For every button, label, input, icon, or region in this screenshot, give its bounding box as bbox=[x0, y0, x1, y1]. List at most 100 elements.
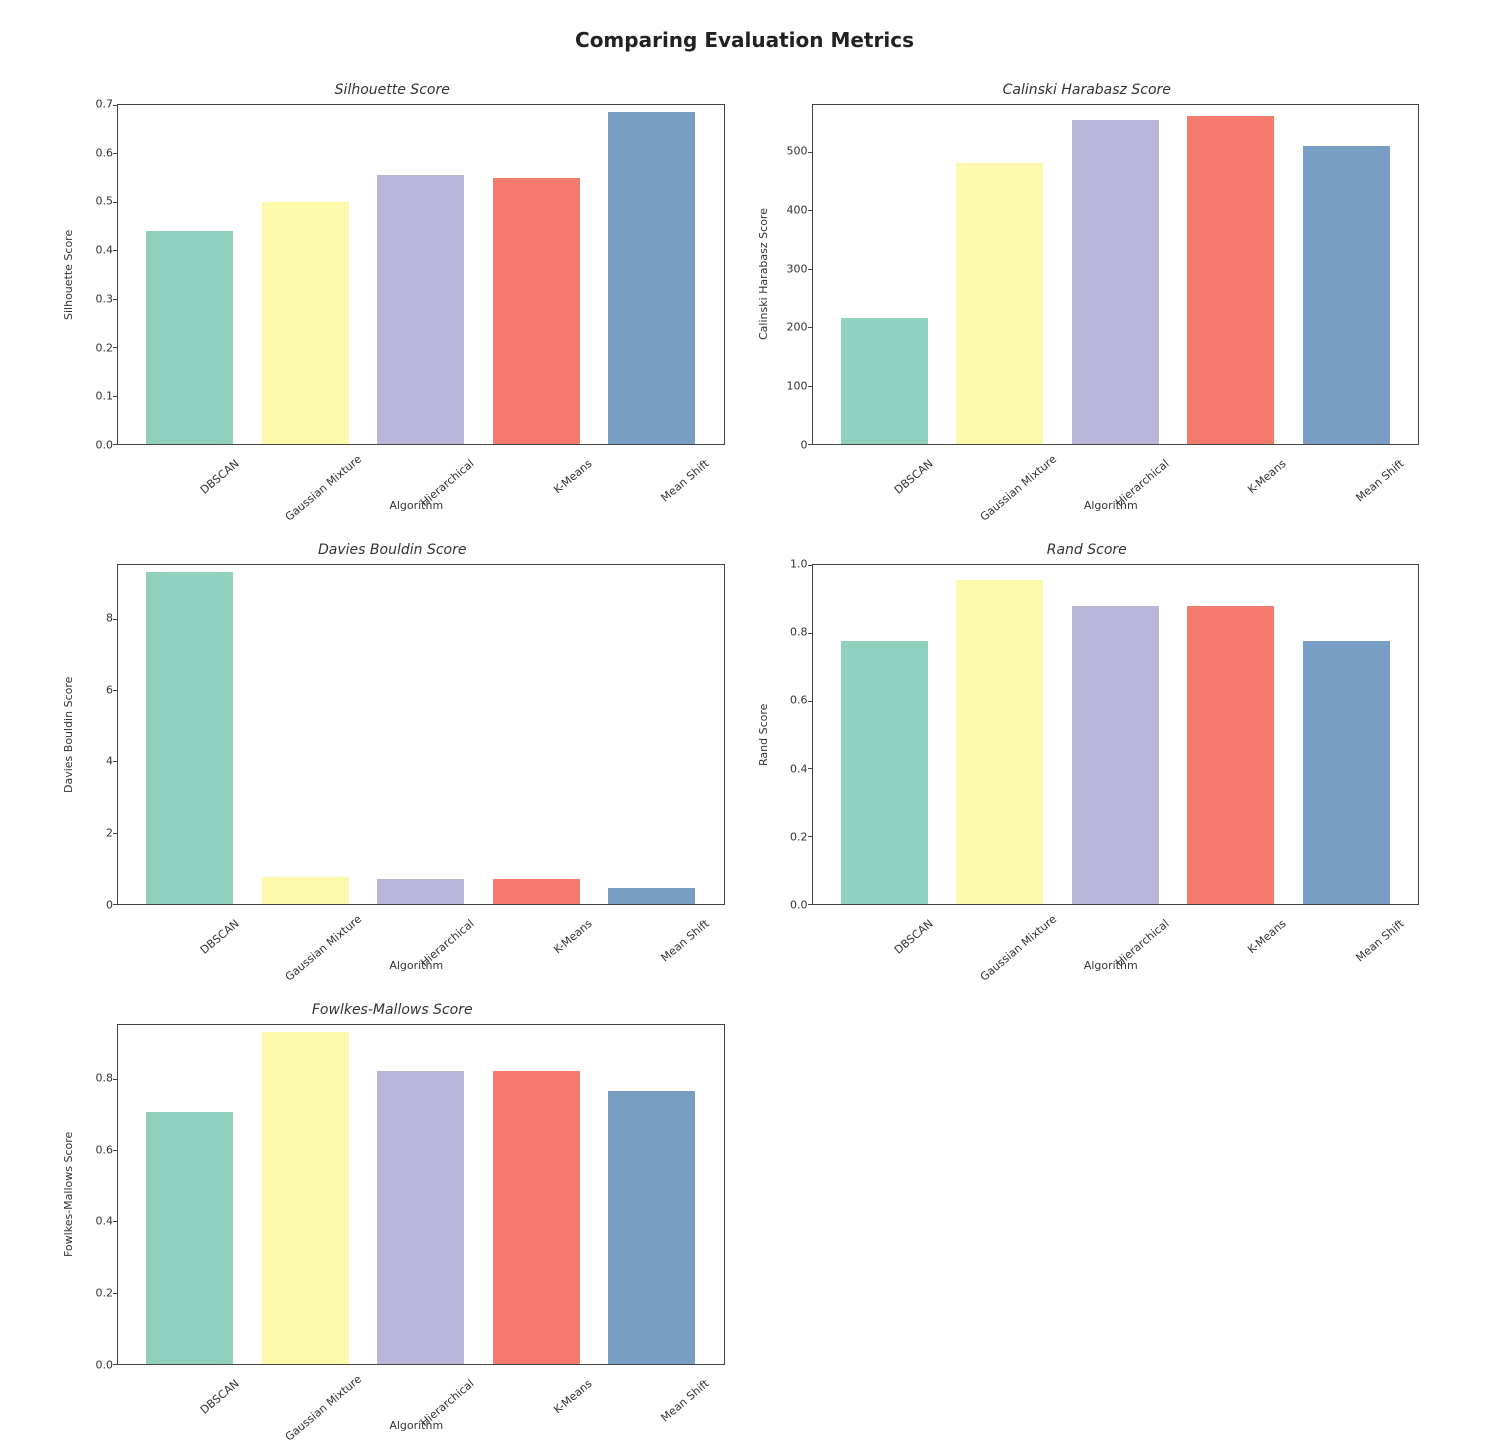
plot-row: Silhouette Score0.00.10.20.30.40.50.60.7 bbox=[60, 104, 725, 445]
x-tick-label: Gaussian Mixture bbox=[283, 917, 359, 984]
y-axis-ticks: 0.00.10.20.30.40.50.60.7 bbox=[77, 104, 117, 445]
y-tick-label: 1.0 bbox=[790, 559, 808, 570]
bar bbox=[956, 163, 1043, 444]
x-axis-ticks: DBSCANGaussian MixtureHierarchicalK-Mean… bbox=[108, 905, 725, 924]
plot-area bbox=[812, 564, 1420, 905]
bar bbox=[262, 202, 349, 444]
x-axis-ticks: DBSCANGaussian MixtureHierarchicalK-Mean… bbox=[803, 445, 1420, 464]
y-tick-label: 200 bbox=[787, 322, 808, 333]
y-tick-label: 400 bbox=[787, 204, 808, 215]
bar bbox=[608, 1091, 695, 1364]
plot-area bbox=[812, 104, 1420, 445]
x-tick-label: K-Means bbox=[518, 1377, 594, 1444]
y-tick-label: 0.6 bbox=[790, 695, 808, 706]
bar bbox=[1187, 606, 1274, 904]
y-tick-label: 0.4 bbox=[96, 1216, 114, 1227]
bar bbox=[146, 1112, 233, 1364]
y-tick-label: 0.4 bbox=[96, 245, 114, 256]
x-axis-ticks: DBSCANGaussian MixtureHierarchicalK-Mean… bbox=[803, 905, 1420, 924]
bar bbox=[377, 879, 464, 904]
x-axis-ticks: DBSCANGaussian MixtureHierarchicalK-Mean… bbox=[108, 1365, 725, 1384]
x-tick-label: Hierarchical bbox=[401, 1377, 477, 1444]
bar bbox=[493, 178, 580, 444]
chart-panel: Calinski Harabasz Score Calinski Harabasz… bbox=[755, 82, 1420, 512]
plot-row: Calinski Harabasz Score0100200300400500 bbox=[755, 104, 1420, 445]
chart-panel: Rand ScoreRand Score0.00.20.40.60.81.0DB… bbox=[755, 542, 1420, 972]
chart-title: Fowlkes-Mallows Score bbox=[60, 1002, 725, 1018]
y-axis-label: Fowlkes-Mallows Score bbox=[60, 1024, 77, 1365]
x-tick-label: Mean Shift bbox=[636, 457, 712, 524]
figure-suptitle: Comparing Evaluation Metrics bbox=[20, 28, 1469, 52]
y-tick-label: 0.3 bbox=[96, 293, 114, 304]
bar bbox=[608, 112, 695, 444]
chart-title: Davies Bouldin Score bbox=[60, 542, 725, 558]
y-tick-label: 0.0 bbox=[96, 1360, 114, 1371]
y-axis-label: Calinski Harabasz Score bbox=[755, 104, 772, 445]
bars-container bbox=[813, 105, 1419, 444]
y-tick-label: 4 bbox=[106, 756, 113, 767]
bar bbox=[493, 879, 580, 904]
bars-container bbox=[118, 565, 724, 904]
y-tick-label: 500 bbox=[787, 146, 808, 157]
chart-panel: Silhouette ScoreSilhouette Score0.00.10.… bbox=[60, 82, 725, 512]
x-tick-label: Gaussian Mixture bbox=[978, 917, 1054, 984]
chart-title: Silhouette Score bbox=[60, 82, 725, 98]
bar bbox=[1072, 606, 1159, 904]
y-tick-label: 8 bbox=[106, 612, 113, 623]
y-tick-label: 0.7 bbox=[96, 99, 114, 110]
bar bbox=[262, 1032, 349, 1364]
x-tick-label: Gaussian Mixture bbox=[978, 457, 1054, 524]
x-tick-label: Mean Shift bbox=[636, 1377, 712, 1444]
x-tick-label: Hierarchical bbox=[401, 457, 477, 524]
y-axis-label: Rand Score bbox=[755, 564, 772, 905]
y-tick-label: 300 bbox=[787, 263, 808, 274]
x-tick-label: DBSCAN bbox=[165, 1377, 241, 1444]
x-tick-label: DBSCAN bbox=[165, 457, 241, 524]
x-tick-label: Mean Shift bbox=[1331, 457, 1407, 524]
bar bbox=[841, 641, 928, 904]
bar bbox=[1072, 120, 1159, 444]
bar bbox=[956, 580, 1043, 904]
chart-title: Rand Score bbox=[755, 542, 1420, 558]
y-tick-label: 0.6 bbox=[96, 1144, 114, 1155]
plot-area bbox=[117, 104, 725, 445]
y-tick-label: 2 bbox=[106, 828, 113, 839]
bar bbox=[262, 877, 349, 904]
bar bbox=[1187, 116, 1274, 444]
y-tick-label: 0 bbox=[106, 900, 113, 911]
x-tick-label: Hierarchical bbox=[401, 917, 477, 984]
bar bbox=[841, 318, 928, 444]
x-tick-label: K-Means bbox=[1213, 457, 1289, 524]
y-axis-ticks: 0100200300400500 bbox=[772, 104, 812, 445]
x-tick-label: DBSCAN bbox=[860, 917, 936, 984]
bars-container bbox=[813, 565, 1419, 904]
x-axis-ticks: DBSCANGaussian MixtureHierarchicalK-Mean… bbox=[108, 445, 725, 464]
x-tick-label: DBSCAN bbox=[165, 917, 241, 984]
y-tick-label: 0.5 bbox=[96, 196, 114, 207]
plot-row: Rand Score0.00.20.40.60.81.0 bbox=[755, 564, 1420, 905]
y-tick-label: 0.0 bbox=[96, 440, 114, 451]
y-axis-label: Davies Bouldin Score bbox=[60, 564, 77, 905]
x-tick-label: DBSCAN bbox=[860, 457, 936, 524]
y-tick-label: 0 bbox=[801, 440, 808, 451]
chart-panel: Davies Bouldin Score Davies Bouldin Score… bbox=[60, 542, 725, 972]
y-tick-label: 0.2 bbox=[96, 1288, 114, 1299]
y-tick-label: 100 bbox=[787, 381, 808, 392]
y-tick-label: 0.6 bbox=[96, 147, 114, 158]
y-tick-label: 0.2 bbox=[96, 342, 114, 353]
chart-panel: Fowlkes-Mallows Score Fowlkes-Mallows Sco… bbox=[60, 1002, 725, 1432]
plot-row: Fowlkes-Mallows Score0.00.20.40.60.8 bbox=[60, 1024, 725, 1365]
plot-area bbox=[117, 1024, 725, 1365]
y-tick-label: 6 bbox=[106, 684, 113, 695]
y-tick-label: 0.8 bbox=[790, 627, 808, 638]
bar bbox=[608, 888, 695, 904]
x-tick-label: Hierarchical bbox=[1095, 457, 1171, 524]
x-tick-label: Mean Shift bbox=[636, 917, 712, 984]
bar bbox=[146, 572, 233, 904]
x-tick-label: Mean Shift bbox=[1331, 917, 1407, 984]
chart-title: Calinski Harabasz Score bbox=[755, 82, 1420, 98]
y-tick-label: 0.8 bbox=[96, 1072, 114, 1083]
y-tick-label: 0.1 bbox=[96, 391, 114, 402]
bar bbox=[1303, 641, 1390, 904]
x-tick-label: K-Means bbox=[518, 917, 594, 984]
